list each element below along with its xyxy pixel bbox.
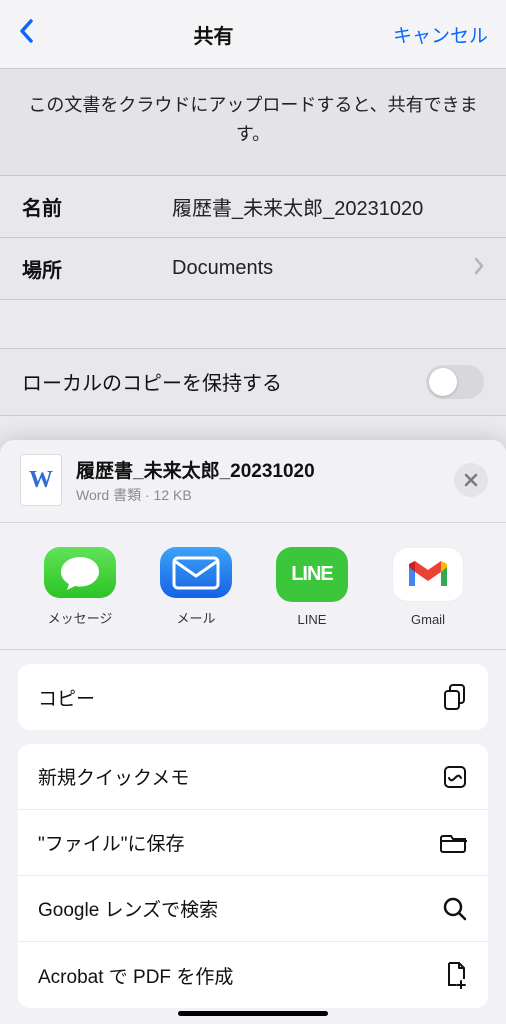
nav-title: 共有	[193, 20, 233, 49]
mail-icon	[160, 547, 232, 598]
app-label: Gmail	[411, 612, 445, 627]
action-copy[interactable]: コピー	[18, 664, 488, 730]
keep-local-row: ローカルのコピーを保持する	[0, 348, 506, 416]
app-line[interactable]: LINE LINE	[272, 547, 352, 627]
share-apps-row[interactable]: メッセージ メール LINE LINE	[0, 523, 506, 649]
info-banner: この文書をクラウドにアップロードすると、共有できます。	[0, 68, 506, 176]
action-google-lens[interactable]: Google レンズで検索	[18, 875, 488, 941]
close-icon	[464, 473, 478, 487]
home-indicator[interactable]	[178, 1011, 328, 1016]
copy-icon	[442, 683, 468, 711]
line-icon: LINE	[276, 547, 348, 602]
cancel-button[interactable]: キャンセル	[393, 21, 488, 48]
folder-icon	[440, 832, 468, 854]
action-label: 新規クイックメモ	[38, 763, 189, 790]
app-label: メール	[176, 608, 215, 627]
nav-bar: 共有 キャンセル	[0, 0, 506, 68]
name-row[interactable]: 名前 履歴書_未来太郎_20231020	[0, 176, 506, 238]
action-acrobat-pdf[interactable]: Acrobat で PDF を作成	[18, 941, 488, 1008]
action-label: "ファイル"に保存	[38, 829, 185, 856]
keep-local-label: ローカルのコピーを保持する	[22, 367, 282, 396]
share-sheet: W 履歴書_未来太郎_20231020 Word 書類 · 12 KB メッセー…	[0, 440, 506, 1024]
action-label: Google レンズで検索	[38, 895, 218, 922]
gmail-icon	[392, 547, 464, 602]
location-label: 場所	[22, 254, 172, 283]
quick-note-icon	[442, 764, 468, 790]
app-messages[interactable]: メッセージ	[40, 547, 120, 627]
app-label: メッセージ	[48, 608, 113, 627]
pdf-plus-icon	[444, 961, 468, 989]
location-value: Documents	[172, 257, 474, 280]
app-label: LINE	[298, 612, 327, 627]
search-icon	[442, 896, 468, 922]
share-actions: コピー 新規クイックメモ "ファイル"に保存 Google レンズで検索	[0, 650, 506, 1024]
action-label: Acrobat で PDF を作成	[38, 962, 233, 989]
app-gmail[interactable]: Gmail	[388, 547, 468, 627]
chevron-right-icon	[474, 255, 484, 281]
action-label: コピー	[38, 684, 95, 711]
keep-local-toggle[interactable]	[426, 365, 484, 399]
location-row[interactable]: 場所 Documents	[0, 238, 506, 300]
back-button[interactable]	[18, 18, 34, 51]
app-mail[interactable]: メール	[156, 547, 236, 627]
name-value: 履歴書_未来太郎_20231020	[172, 192, 484, 221]
action-save-files[interactable]: "ファイル"に保存	[18, 809, 488, 875]
close-button[interactable]	[454, 463, 488, 497]
word-doc-icon: W	[20, 454, 62, 506]
share-doc-header: W 履歴書_未来太郎_20231020 Word 書類 · 12 KB	[0, 440, 506, 522]
share-doc-title: 履歴書_未来太郎_20231020	[76, 456, 440, 483]
action-quick-note[interactable]: 新規クイックメモ	[18, 744, 488, 809]
share-doc-subtitle: Word 書類 · 12 KB	[76, 485, 440, 505]
messages-icon	[44, 547, 116, 598]
name-label: 名前	[22, 192, 172, 221]
